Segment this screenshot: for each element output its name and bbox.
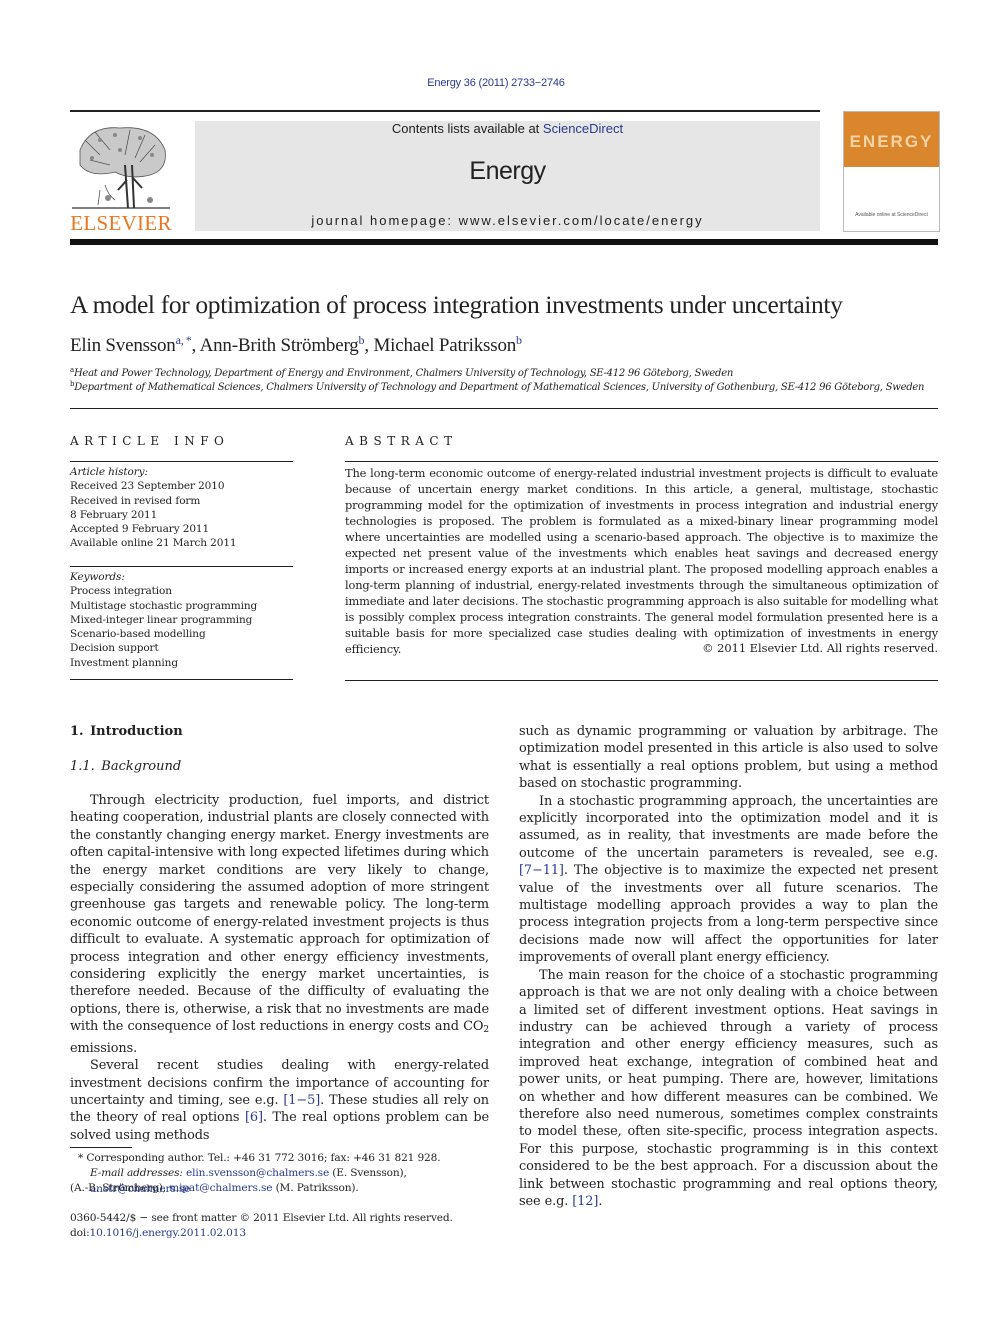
author-name: Ann-Brith Strömberg [199, 335, 359, 356]
citation-link[interactable]: [6] [245, 1110, 263, 1125]
doi-link[interactable]: 10.1016/j.energy.2011.02.013 [90, 1227, 247, 1239]
paragraph-text: Through electricity production, fuel imp… [70, 793, 489, 1035]
paragraph-text: The main reason for the choice of a stoc… [519, 967, 938, 1209]
email-owner: (M. Patriksson). [272, 1182, 359, 1194]
corresponding-author-note: * Corresponding author. Tel.: +46 31 772… [70, 1151, 498, 1167]
citation-link[interactable]: [12] [572, 1194, 598, 1209]
keyword-item: Multistage stochastic programming [70, 599, 258, 612]
cover-title: ENERGY [849, 132, 934, 151]
abstract-heading: ABSTRACT [345, 434, 458, 448]
author-name: Elin Svensson [70, 335, 176, 356]
author-name: Michael Patriksson [373, 335, 517, 356]
doi-label: doi: [70, 1227, 90, 1239]
keyword-item: Decision support [70, 642, 159, 655]
keywords: Keywords: Process integration Multistage… [70, 570, 300, 670]
subscript: 2 [483, 1025, 489, 1036]
paragraph: Several recent studies dealing with ener… [70, 1057, 489, 1144]
divider [345, 461, 938, 462]
header-thick-rule [70, 239, 938, 245]
journal-banner: Contents lists available at ScienceDirec… [195, 121, 820, 231]
keyword-item: Process integration [70, 585, 172, 598]
email-addresses-continued: (A.-B. Strömberg), mipat@chalmers.se (M.… [70, 1181, 490, 1197]
affiliation-text: Heat and Power Technology, Department of… [73, 368, 734, 379]
affiliation-b: bDepartment of Mathematical Sciences, Ch… [70, 380, 925, 393]
journal-citation-link[interactable]: Energy 36 (2011) 2733−2746 [0, 77, 992, 89]
article-history: Article history: Received 23 September 2… [70, 465, 300, 551]
subsection-heading: 1.1. Background [70, 759, 182, 774]
contents-availability: Contents lists available at ScienceDirec… [195, 121, 820, 136]
doi-line: doi:10.1016/j.energy.2011.02.013 [70, 1226, 490, 1242]
sciencedirect-link[interactable]: ScienceDirect [543, 121, 623, 136]
citation-text[interactable]: Energy 36 (2011) 2733−2746 [427, 77, 565, 89]
divider [70, 566, 293, 567]
history-item: 8 February 2011 [70, 508, 158, 521]
email-link[interactable]: elin.svensson@chalmers.se [186, 1167, 329, 1179]
journal-cover-thumbnail[interactable]: ENERGY Available online at ScienceDirect [843, 111, 940, 232]
contents-prefix: Contents lists available at [391, 121, 543, 136]
history-item: Received 23 September 2010 [70, 480, 225, 493]
paragraph-text: . [598, 1193, 603, 1209]
paragraph-text: emissions. [70, 1040, 138, 1056]
abstract-text: The long-term economic outcome of energy… [345, 466, 938, 656]
email-label: E-mail addresses: [90, 1167, 183, 1179]
front-matter-notice: 0360-5442/$ − see front matter © 2011 El… [70, 1212, 453, 1224]
article-title: A model for optimization of process inte… [70, 290, 843, 319]
paragraph-text: . The objective is to maximize the expec… [519, 863, 938, 966]
header-top-rule [70, 110, 820, 112]
author-affiliation-mark[interactable]: b [516, 333, 522, 347]
body-column-right: such as dynamic programming or valuation… [519, 723, 938, 1210]
email-owner: (A.-B. Strömberg), [70, 1182, 170, 1194]
keyword-item: Scenario-based modelling [70, 628, 206, 641]
paragraph-text: In a stochastic programming approach, th… [519, 793, 938, 861]
email-owner: (E. Svensson), [329, 1167, 407, 1179]
history-item: Accepted 9 February 2011 [70, 523, 210, 536]
affiliation-a: aHeat and Power Technology, Department o… [70, 366, 733, 379]
journal-name: Energy [469, 157, 546, 185]
footnote-text: Corresponding author. Tel.: +46 31 772 3… [83, 1152, 441, 1164]
paragraph: such as dynamic programming or valuation… [519, 723, 938, 793]
divider [70, 679, 293, 680]
paragraph: The main reason for the choice of a stoc… [519, 967, 938, 1211]
divider [345, 680, 938, 681]
paragraph-text: such as dynamic programming or valuation… [519, 724, 938, 792]
keyword-item: Mixed-integer linear programming [70, 613, 253, 626]
author-separator: , [191, 335, 200, 356]
author-affiliation-mark[interactable]: a, * [176, 333, 192, 347]
section-heading: 1. Introduction [70, 724, 183, 739]
paragraph: In a stochastic programming approach, th… [519, 793, 938, 967]
author-list: Elin Svenssona, *, Ann-Brith Strömbergb,… [70, 333, 522, 357]
keyword-item: Investment planning [70, 656, 178, 669]
abstract-copyright: © 2011 Elsevier Ltd. All rights reserved… [702, 641, 938, 655]
journal-homepage-link[interactable]: journal homepage: www.elsevier.com/locat… [195, 213, 820, 228]
elsevier-wordmark: ELSEVIER [70, 211, 172, 235]
affiliation-text: Department of Mathematical Sciences, Cha… [74, 382, 925, 393]
history-item: Received in revised form [70, 494, 201, 507]
citation-link[interactable]: [1−5] [283, 1093, 320, 1108]
paragraph: Through electricity production, fuel imp… [70, 792, 489, 1057]
cover-footer: Available online at ScienceDirect [855, 212, 928, 218]
keywords-label: Keywords: [70, 571, 125, 583]
divider [70, 461, 293, 462]
history-item: Available online 21 March 2011 [70, 537, 237, 550]
history-label: Article history: [70, 466, 148, 478]
footnote-rule [70, 1147, 132, 1148]
article-info-heading: ARTICLE INFO [70, 434, 230, 448]
divider [70, 408, 938, 409]
email-link[interactable]: mipat@chalmers.se [169, 1182, 272, 1194]
citation-link[interactable]: [7−11] [519, 863, 564, 878]
body-column-left: Through electricity production, fuel imp… [70, 792, 489, 1144]
